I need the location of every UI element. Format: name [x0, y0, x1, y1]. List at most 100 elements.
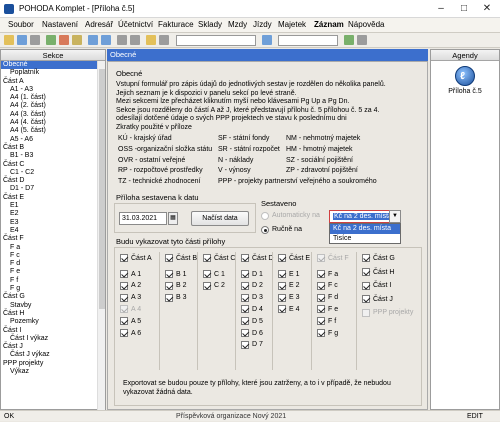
- checkbox[interactable]: [317, 254, 325, 262]
- maximize-icon[interactable]: □: [453, 2, 475, 16]
- dropdown-option[interactable]: Kč na 2 des. místa: [330, 224, 400, 234]
- help-icon[interactable]: [357, 35, 367, 45]
- sidebar-item[interactable]: Část B: [1, 144, 105, 152]
- checkbox[interactable]: [241, 329, 249, 337]
- checkbox[interactable]: [203, 254, 211, 262]
- scroll-thumb[interactable]: [99, 69, 105, 309]
- folder-icon[interactable]: [4, 35, 14, 45]
- attachment-icon[interactable]: ℓ: [455, 66, 475, 86]
- sidebar-item[interactable]: Obecné: [1, 61, 105, 70]
- calendar-icon[interactable]: ▦: [168, 212, 178, 225]
- sidebar-item[interactable]: B1 - B3: [1, 152, 105, 160]
- checkbox[interactable]: [362, 254, 370, 262]
- radio-manual[interactable]: [261, 226, 269, 234]
- sidebar-item[interactable]: A4 (4. část): [1, 119, 105, 127]
- checkbox[interactable]: [241, 317, 249, 326]
- checkbox[interactable]: [241, 340, 249, 349]
- sidebar-item[interactable]: Část F: [1, 235, 105, 243]
- sidebar-item[interactable]: A4 (3. část): [1, 111, 105, 119]
- rounding-select[interactable]: Kč na 2 des. místa ▼: [329, 210, 401, 223]
- checkbox[interactable]: [165, 281, 173, 290]
- checkbox[interactable]: [317, 305, 325, 314]
- menu-mzdy[interactable]: Mzdy: [228, 20, 247, 29]
- sidebar-item[interactable]: Pozemky: [1, 318, 105, 326]
- checkbox[interactable]: [120, 270, 128, 278]
- sidebar-item[interactable]: E4: [1, 227, 105, 235]
- tab-obecne[interactable]: Obecné: [107, 49, 428, 61]
- agenda-item-label[interactable]: Příloha č.5: [431, 88, 499, 95]
- toolbar-combo[interactable]: [278, 35, 338, 46]
- sidebar-item[interactable]: F c: [1, 252, 105, 260]
- checkbox[interactable]: [278, 281, 286, 290]
- checkbox[interactable]: [241, 293, 249, 302]
- dropdown-option[interactable]: Tisíce: [330, 234, 400, 244]
- checkbox[interactable]: [203, 281, 211, 290]
- checkbox[interactable]: [362, 308, 370, 317]
- checkbox[interactable]: [362, 281, 370, 290]
- sidebar-item[interactable]: F a: [1, 244, 105, 252]
- sidebar-item[interactable]: C1 - C2: [1, 169, 105, 177]
- checkbox[interactable]: [120, 281, 128, 290]
- menu-nastaveni[interactable]: Nastavení: [42, 20, 78, 29]
- sidebar-item[interactable]: F d: [1, 260, 105, 268]
- sidebar-item[interactable]: Část I: [1, 327, 105, 335]
- toolbar-search-field[interactable]: [176, 35, 256, 46]
- sidebar-item[interactable]: A4 (5. část): [1, 127, 105, 135]
- checkbox[interactable]: [165, 254, 173, 262]
- checkbox[interactable]: [241, 254, 249, 262]
- checkbox[interactable]: [278, 293, 286, 302]
- sidebar-item[interactable]: E2: [1, 210, 105, 218]
- checkbox[interactable]: [278, 270, 286, 278]
- checkbox[interactable]: [120, 317, 128, 326]
- tools-icon[interactable]: [159, 35, 169, 45]
- sidebar-item[interactable]: F e: [1, 268, 105, 276]
- menu-adresar[interactable]: Adresář: [85, 20, 113, 29]
- checkbox[interactable]: [203, 270, 211, 278]
- sort-icon[interactable]: [130, 35, 140, 45]
- print-icon[interactable]: [30, 35, 40, 45]
- checkbox[interactable]: [120, 305, 128, 314]
- menu-majetek[interactable]: Majetek: [278, 20, 306, 29]
- nav-icon[interactable]: [262, 35, 272, 45]
- sidebar-item[interactable]: A4 (2. část): [1, 102, 105, 110]
- radio-auto[interactable]: [261, 212, 269, 220]
- sidebar-scrollbar[interactable]: [97, 61, 105, 410]
- chevron-down-icon[interactable]: ▼: [389, 210, 401, 223]
- sidebar-item[interactable]: Část C: [1, 161, 105, 169]
- refresh-icon[interactable]: [344, 35, 354, 45]
- menu-sklady[interactable]: Sklady: [198, 20, 222, 29]
- filter-icon[interactable]: [117, 35, 127, 45]
- sidebar-item[interactable]: Část A: [1, 78, 105, 86]
- forward-icon[interactable]: [101, 35, 111, 45]
- menu-zaznam[interactable]: Záznam: [314, 20, 344, 29]
- sidebar-item[interactable]: E3: [1, 219, 105, 227]
- checkbox[interactable]: [317, 317, 325, 326]
- sidebar-item[interactable]: Poplatník: [1, 69, 105, 77]
- sidebar-item[interactable]: A1 - A3: [1, 86, 105, 94]
- sidebar-item[interactable]: D1 - D7: [1, 185, 105, 193]
- sidebar-item[interactable]: Část D: [1, 177, 105, 185]
- checkbox[interactable]: [317, 329, 325, 337]
- checkbox[interactable]: [362, 268, 370, 276]
- delete-icon[interactable]: [59, 35, 69, 45]
- menu-ucetnictvi[interactable]: Účetnictví: [118, 20, 153, 29]
- checkbox[interactable]: [317, 281, 325, 290]
- sidebar-item[interactable]: Část G: [1, 293, 105, 301]
- star-icon[interactable]: [146, 35, 156, 45]
- sidebar-item[interactable]: A4 (1. část): [1, 94, 105, 102]
- checkbox[interactable]: [317, 270, 325, 278]
- checkbox[interactable]: [278, 254, 286, 262]
- checkbox[interactable]: [241, 305, 249, 314]
- sidebar-item[interactable]: A5 - A6: [1, 136, 105, 144]
- add-icon[interactable]: [46, 35, 56, 45]
- checkbox[interactable]: [241, 281, 249, 290]
- checkbox[interactable]: [317, 293, 325, 302]
- sidebar-item[interactable]: Výkaz: [1, 368, 105, 376]
- checkbox[interactable]: [120, 329, 128, 337]
- edit-icon[interactable]: [72, 35, 82, 45]
- load-data-button[interactable]: Načíst data: [191, 211, 249, 226]
- sidebar-item[interactable]: E1: [1, 202, 105, 210]
- back-icon[interactable]: [88, 35, 98, 45]
- checkbox[interactable]: [120, 293, 128, 302]
- sidebar-item[interactable]: Část H: [1, 310, 105, 318]
